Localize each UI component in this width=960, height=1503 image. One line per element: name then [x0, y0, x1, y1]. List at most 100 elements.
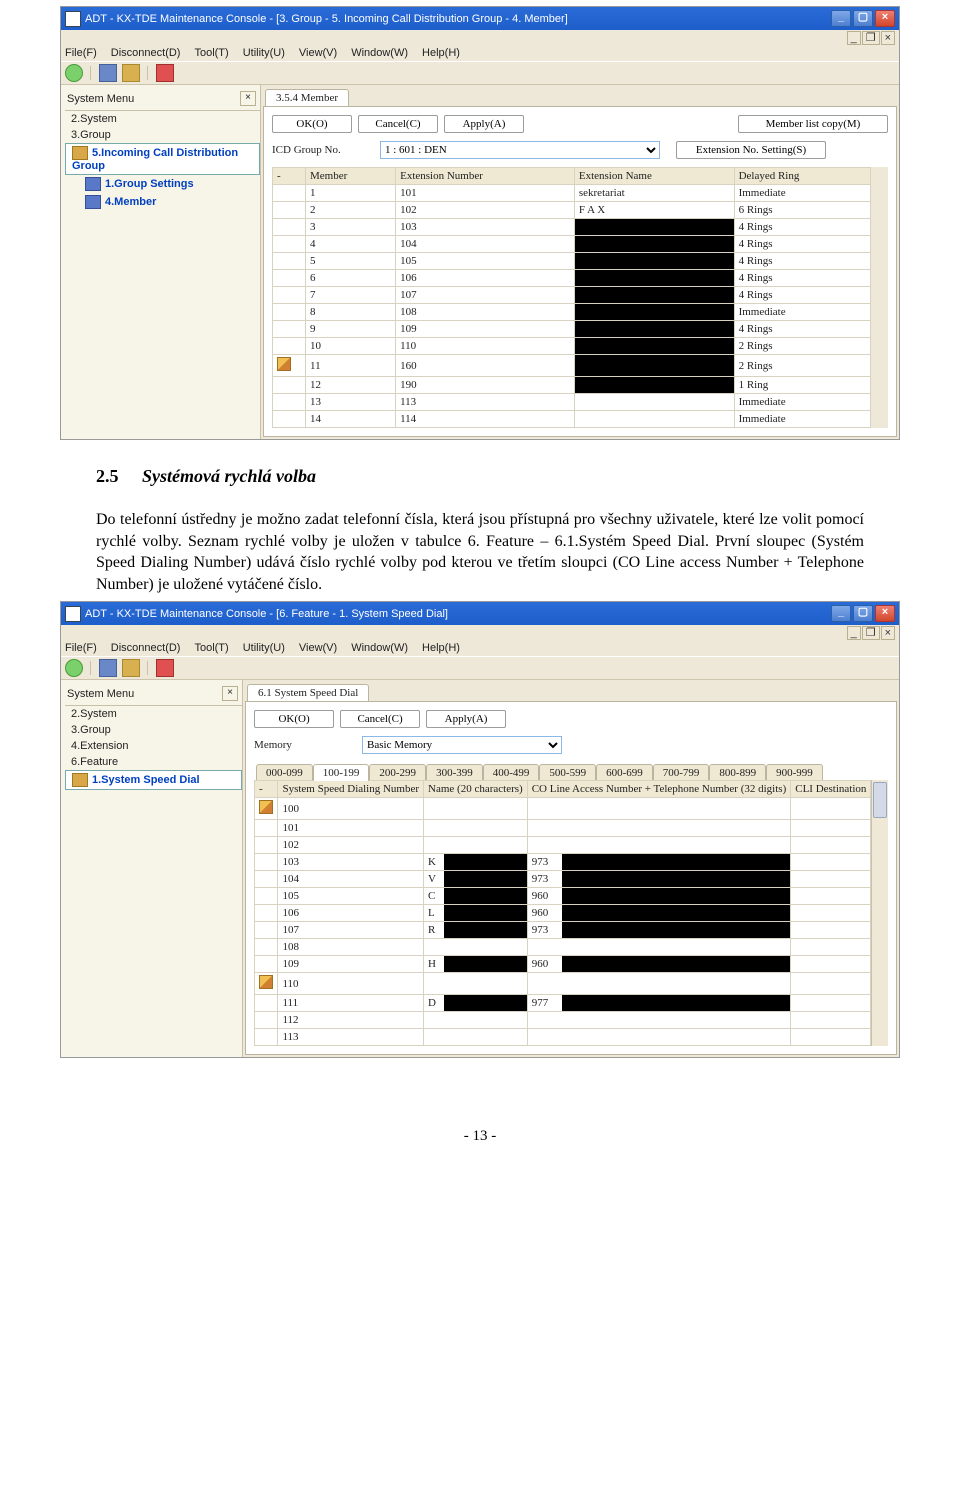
tree-item[interactable]: 4.Extension [65, 738, 242, 754]
save-icon[interactable] [99, 659, 117, 677]
memory-select[interactable]: Basic Memory [362, 736, 562, 754]
table-row[interactable]: 61064 Rings [273, 270, 871, 287]
sidebar-close-icon[interactable]: × [222, 686, 238, 701]
table-row[interactable]: 51054 Rings [273, 253, 871, 270]
table-row[interactable]: 121901 Ring [273, 377, 871, 394]
menu-item[interactable]: Disconnect(D) [111, 642, 181, 654]
maximize-button[interactable]: ▢ [853, 10, 873, 27]
tab-speed-dial[interactable]: 6.1 System Speed Dial [247, 684, 369, 701]
column-header[interactable]: CO Line Access Number + Telephone Number… [527, 781, 791, 798]
table-row[interactable]: 31034 Rings [273, 219, 871, 236]
apply-button[interactable]: Apply(A) [426, 710, 506, 728]
table-row[interactable]: 111602 Rings [273, 355, 871, 377]
tree-item[interactable]: 2.System [65, 706, 242, 722]
menu-item[interactable]: Tool(T) [194, 642, 228, 654]
mdi-close-icon[interactable]: × [881, 626, 895, 640]
ok-button[interactable]: OK(O) [272, 115, 352, 133]
flag-icon[interactable] [156, 64, 174, 82]
mdi-min-icon[interactable]: _ [847, 626, 861, 640]
tree-item[interactable]: 3.Group [65, 722, 242, 738]
menu-item[interactable]: File(F) [65, 47, 97, 59]
table-row[interactable]: 1101sekretariatImmediate [273, 185, 871, 202]
table-row[interactable]: 14114Immediate [273, 411, 871, 428]
column-header[interactable]: Extension Number [396, 168, 575, 185]
menu-item[interactable]: View(V) [299, 47, 337, 59]
table-row[interactable]: 105C960 [255, 888, 871, 905]
column-header[interactable]: Member [306, 168, 396, 185]
save-icon[interactable] [99, 64, 117, 82]
mdi-min-icon[interactable]: _ [847, 31, 861, 45]
minimize-button[interactable]: _ [831, 10, 851, 27]
table-row[interactable]: 111D977 [255, 995, 871, 1012]
tree-item[interactable]: 3.Group [65, 127, 260, 143]
scrollbar[interactable] [871, 780, 888, 1046]
range-tab[interactable]: 100-199 [313, 764, 370, 781]
member-list-copy-button[interactable]: Member list copy(M) [738, 115, 888, 133]
speed-dial-table[interactable]: -System Speed Dialing NumberName (20 cha… [254, 780, 871, 1046]
mdi-close-icon[interactable]: × [881, 31, 895, 45]
column-header[interactable]: Delayed Ring [734, 168, 870, 185]
tree-item[interactable]: 1.System Speed Dial [65, 770, 242, 790]
icd-group-select[interactable]: 1 : 601 : DEN [380, 141, 660, 159]
menu-item[interactable]: File(F) [65, 642, 97, 654]
range-tab[interactable]: 700-799 [653, 764, 710, 781]
menu-item[interactable]: Disconnect(D) [111, 47, 181, 59]
menu-item[interactable]: View(V) [299, 642, 337, 654]
maximize-button[interactable]: ▢ [853, 605, 873, 622]
table-row[interactable]: 103K973 [255, 854, 871, 871]
table-row[interactable]: 108 [255, 939, 871, 956]
range-tab[interactable]: 000-099 [256, 764, 313, 781]
menu-item[interactable]: Help(H) [422, 47, 460, 59]
tab-member[interactable]: 3.5.4 Member [265, 89, 349, 106]
menu-item[interactable]: Utility(U) [243, 47, 285, 59]
table-row[interactable]: 101 [255, 820, 871, 837]
menu-item[interactable]: Help(H) [422, 642, 460, 654]
refresh-icon[interactable] [65, 659, 83, 677]
collapse-button[interactable]: - [255, 781, 278, 798]
tree-item[interactable]: 4.Member [65, 193, 260, 211]
table-row[interactable]: 113 [255, 1029, 871, 1046]
table-row[interactable]: 100 [255, 798, 871, 820]
range-tab[interactable]: 200-299 [369, 764, 426, 781]
table-row[interactable]: 2102F A X6 Rings [273, 202, 871, 219]
tree-item[interactable]: 1.Group Settings [65, 175, 260, 193]
tree-item[interactable]: 2.System [65, 111, 260, 127]
menu-item[interactable]: Window(W) [351, 47, 408, 59]
flag-icon[interactable] [156, 659, 174, 677]
user-icon[interactable] [122, 659, 140, 677]
menu-item[interactable]: Tool(T) [194, 47, 228, 59]
table-row[interactable]: 109H960 [255, 956, 871, 973]
sidebar-close-icon[interactable]: × [240, 91, 256, 106]
minimize-button[interactable]: _ [831, 605, 851, 622]
menu-item[interactable]: Utility(U) [243, 642, 285, 654]
range-tab[interactable]: 400-499 [483, 764, 540, 781]
extension-no-setting-button[interactable]: Extension No. Setting(S) [676, 141, 826, 159]
range-tab[interactable]: 800-899 [709, 764, 766, 781]
refresh-icon[interactable] [65, 64, 83, 82]
ok-button[interactable]: OK(O) [254, 710, 334, 728]
table-row[interactable]: 71074 Rings [273, 287, 871, 304]
table-row[interactable]: 41044 Rings [273, 236, 871, 253]
column-header[interactable]: System Speed Dialing Number [278, 781, 424, 798]
apply-button[interactable]: Apply(A) [444, 115, 524, 133]
range-tab[interactable]: 900-999 [766, 764, 823, 781]
table-row[interactable]: 110 [255, 973, 871, 995]
table-row[interactable]: 104V973 [255, 871, 871, 888]
table-row[interactable]: 107R973 [255, 922, 871, 939]
tree-item[interactable]: 6.Feature [65, 754, 242, 770]
mdi-restore-icon[interactable]: ❐ [862, 31, 880, 45]
table-row[interactable]: 91094 Rings [273, 321, 871, 338]
column-header[interactable]: CLI Destination [791, 781, 871, 798]
cancel-button[interactable]: Cancel(C) [358, 115, 438, 133]
tree-item[interactable]: 5.Incoming Call Distribution Group [65, 143, 260, 175]
table-row[interactable]: 112 [255, 1012, 871, 1029]
column-header[interactable]: Name (20 characters) [424, 781, 528, 798]
close-button[interactable]: × [875, 10, 895, 27]
menu-item[interactable]: Window(W) [351, 642, 408, 654]
range-tab[interactable]: 500-599 [539, 764, 596, 781]
range-tab[interactable]: 300-399 [426, 764, 483, 781]
table-row[interactable]: 106L960 [255, 905, 871, 922]
collapse-button[interactable]: - [273, 168, 306, 185]
user-icon[interactable] [122, 64, 140, 82]
member-table[interactable]: -MemberExtension NumberExtension NameDel… [272, 167, 871, 428]
